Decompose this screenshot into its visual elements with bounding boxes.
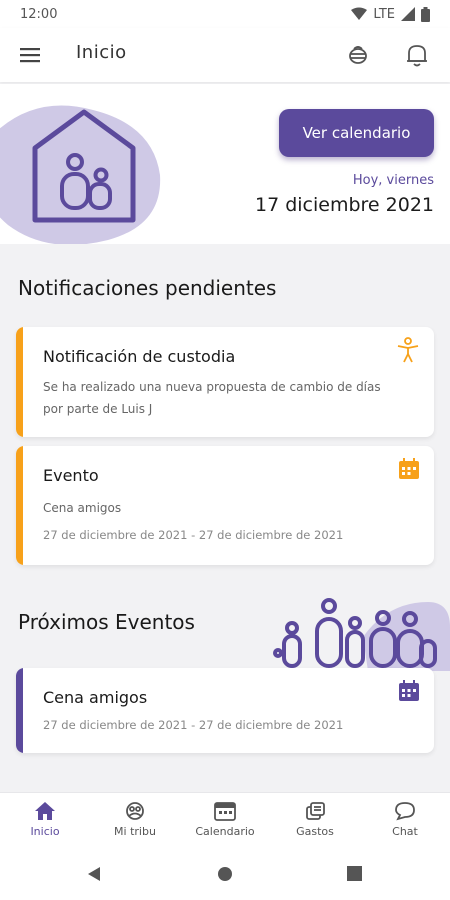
nav-label: Inicio: [30, 825, 60, 838]
nav-item-inicio[interactable]: Inicio: [5, 801, 85, 838]
custody-person-icon: [397, 337, 419, 363]
nav-label: Chat: [392, 825, 418, 838]
pending-section-title: Notificaciones pendientes: [18, 276, 277, 300]
card-accent: [16, 668, 23, 753]
card-dates: 27 de diciembre de 2021 - 27 de diciembr…: [43, 528, 344, 542]
card-accent: [16, 446, 23, 565]
current-date: 17 diciembre 2021: [254, 194, 434, 216]
upcoming-event-card[interactable]: Cena amigos 27 de diciembre de 2021 - 27…: [16, 668, 434, 753]
nav-item-calendario[interactable]: Calendario: [185, 801, 265, 838]
card-text: Se ha realizado una nueva propuesta de c…: [43, 380, 381, 416]
upcoming-section-title: Próximos Eventos: [18, 610, 195, 634]
event-notification-card[interactable]: Evento Cena amigos 27 de diciembre de 20…: [16, 446, 434, 565]
nav-item-chat[interactable]: Chat: [365, 801, 445, 838]
home-family-illustration: [0, 105, 161, 244]
sync-bee-icon[interactable]: [344, 41, 372, 69]
card-title: Evento: [43, 466, 99, 485]
nav-item-gastos[interactable]: Gastos: [275, 801, 355, 838]
tribe-icon: [126, 802, 144, 820]
app-bar: Inicio: [0, 28, 450, 82]
status-bar: 12:00 LTE: [0, 0, 450, 28]
family-group-illustration: [273, 598, 450, 671]
calendar-icon: [399, 458, 419, 479]
signal-icon: [401, 7, 415, 21]
view-calendar-button[interactable]: Ver calendario: [279, 109, 434, 157]
chat-icon: [395, 802, 415, 821]
bell-icon[interactable]: [404, 41, 430, 69]
home-button-icon[interactable]: [217, 866, 233, 882]
nav-item-mi-tribu[interactable]: Mi tribu: [95, 801, 175, 838]
expenses-icon: [306, 802, 325, 820]
card-title: Cena amigos: [43, 688, 148, 707]
system-navigation-bar: [0, 848, 450, 900]
calendar-icon: [214, 802, 236, 821]
home-icon: [35, 802, 55, 820]
back-icon[interactable]: [86, 866, 102, 882]
card-accent: [16, 327, 23, 437]
today-label: Hoy, viernes: [352, 173, 434, 188]
status-icons: LTE: [351, 6, 430, 22]
nav-label: Gastos: [296, 825, 334, 838]
card-dates: 27 de diciembre de 2021 - 27 de diciembr…: [43, 718, 344, 732]
card-title: Notificación de custodia: [43, 347, 236, 366]
nav-label: Calendario: [195, 825, 255, 838]
network-label: LTE: [373, 6, 395, 22]
bottom-navigation: Inicio Mi tribu Calendario Gastos Chat: [0, 792, 450, 848]
hero-section: Ver calendario Hoy, viernes 17 diciembre…: [0, 84, 450, 244]
battery-icon: [421, 6, 430, 22]
nav-label: Mi tribu: [114, 825, 156, 838]
card-text: Cena amigos: [43, 501, 122, 515]
recents-icon[interactable]: [347, 866, 362, 881]
calendar-icon: [399, 680, 419, 701]
wifi-icon: [351, 7, 368, 20]
menu-icon[interactable]: [18, 43, 42, 67]
status-time: 12:00: [20, 6, 58, 22]
page-title: Inicio: [76, 42, 127, 63]
custody-notification-card[interactable]: Notificación de custodia Se ha realizado…: [16, 327, 434, 437]
